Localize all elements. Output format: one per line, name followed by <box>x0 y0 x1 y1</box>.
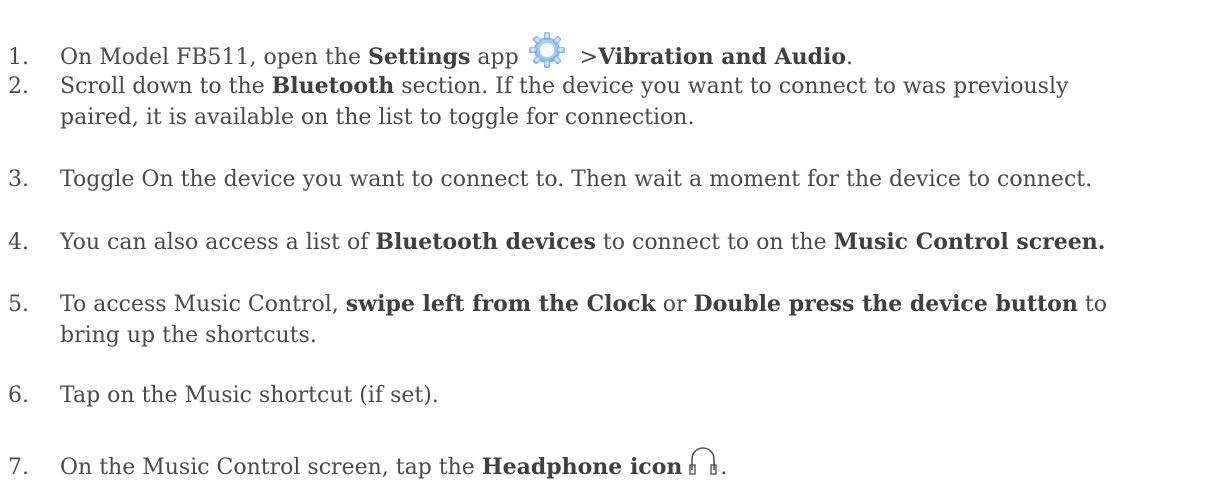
step-5: 5. To access Music Control, swipe left fr… <box>8 288 1208 321</box>
step-text: On Model FB511, open the <box>60 45 369 70</box>
step-number: 2. <box>8 74 29 99</box>
step-number: 6. <box>8 383 29 408</box>
step-number: 7. <box>8 455 29 480</box>
step-text: . <box>720 455 728 480</box>
step-text: Toggle On the device you want to connect… <box>60 167 1093 192</box>
headphone-icon <box>688 444 718 478</box>
headphone-icon-label: Headphone icon <box>481 454 683 480</box>
music-control-screen-label: Music Control screen. <box>833 229 1106 255</box>
step-6: 6. Tap on the Music shortcut (if set). <box>8 380 1208 412</box>
double-press-label: Double press the device button <box>693 291 1078 317</box>
step-text: You can also access a list of <box>60 230 376 255</box>
step-2: 2. Scroll down to the Bluetooth section. … <box>8 70 1208 103</box>
bluetooth-devices-label: Bluetooth devices <box>375 229 596 255</box>
step-2-continuation: paired, it is available on the list to t… <box>60 105 695 130</box>
step-1: 1.On Model FB511, open the Settings app <box>8 30 1208 74</box>
swipe-left-label: swipe left from the Clock <box>345 291 656 317</box>
step-4: 4. You can also access a list of Bluetoot… <box>8 226 1208 259</box>
step-text: Tap on the Music shortcut (if set). <box>60 383 439 408</box>
step-text: On the Music Control screen, tap the <box>60 455 482 480</box>
step-7: 7. On the Music Control screen, tap the H… <box>8 444 1208 484</box>
step-number: 4. <box>8 230 29 255</box>
step-3: 3. Toggle On the device you want to conne… <box>8 164 1208 196</box>
step-text: app <box>470 45 519 70</box>
step-number: 3. <box>8 167 29 192</box>
vibration-audio-label: Vibration and Audio <box>598 44 846 70</box>
settings-app-label: Settings <box>368 44 471 70</box>
settings-gear-icon <box>527 30 567 70</box>
step-text: > <box>572 45 599 70</box>
step-text: to connect to on the <box>595 230 834 255</box>
step-text: Scroll down to the <box>60 74 272 99</box>
step-5-continuation: bring up the shortcuts. <box>60 323 317 348</box>
step-text: section. If the device you want to conne… <box>394 74 1069 99</box>
step-text: to <box>1077 292 1107 317</box>
step-text: To access Music Control, <box>60 292 346 317</box>
bluetooth-label: Bluetooth <box>271 73 395 99</box>
step-text: or <box>655 292 694 317</box>
step-text: . <box>846 45 853 70</box>
step-number: 5. <box>8 292 29 317</box>
